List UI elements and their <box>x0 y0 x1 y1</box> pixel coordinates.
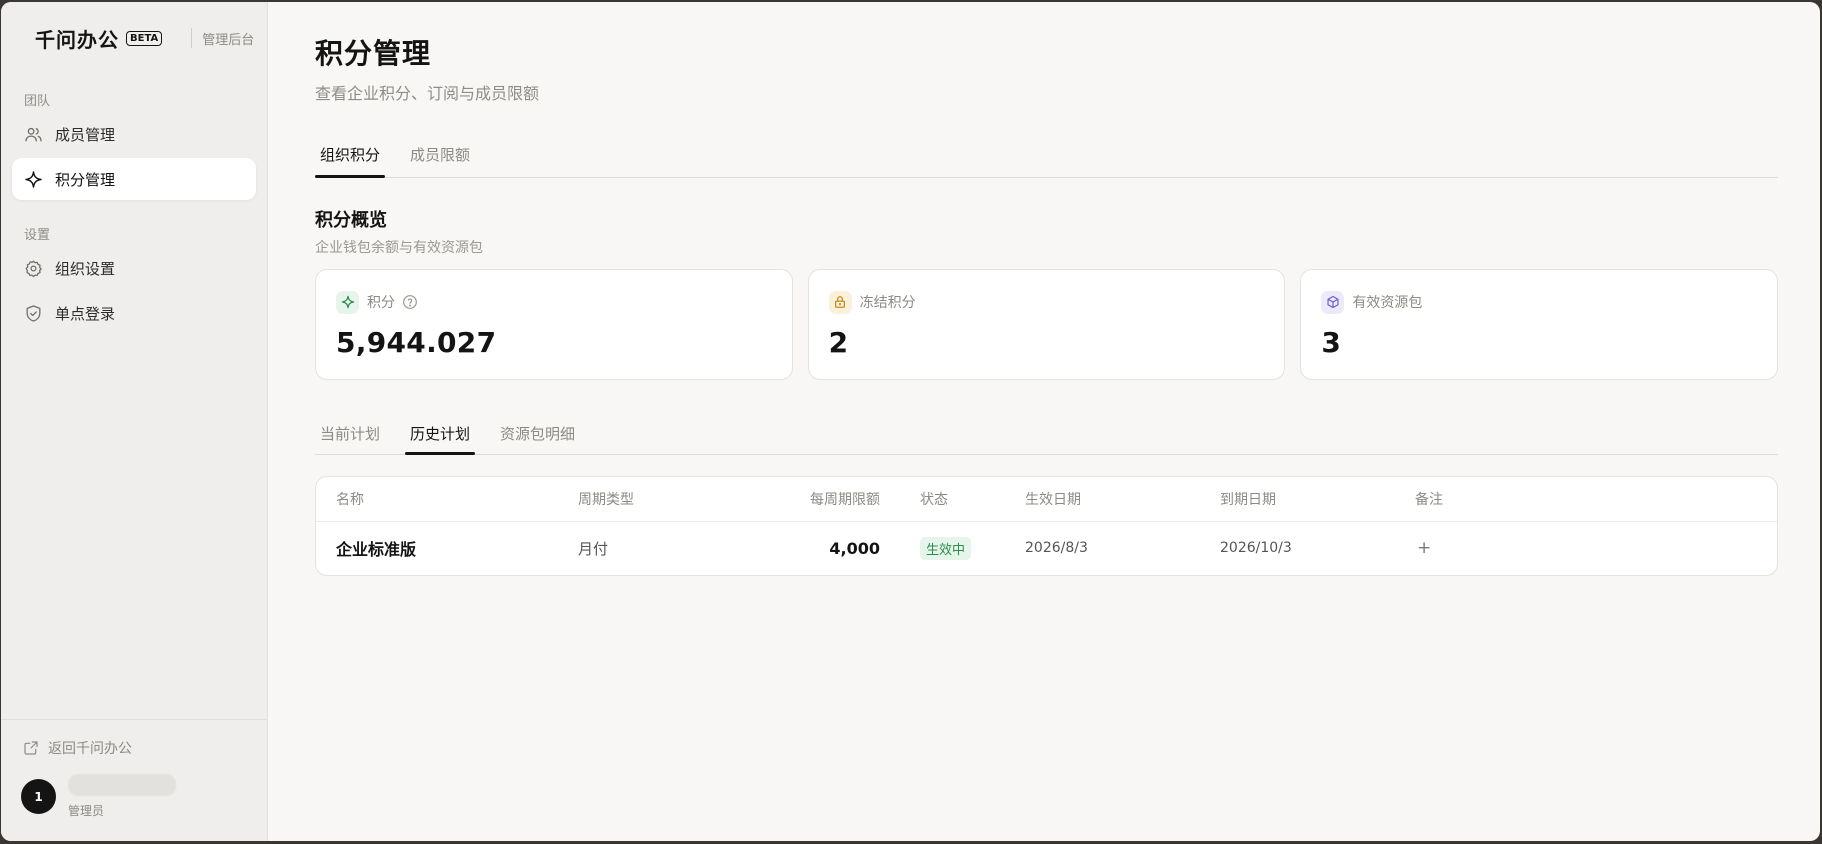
overview-cards: 积分 5,944.027 冻结积分 2 有效资源包 3 <box>315 269 1779 380</box>
cell-note: + <box>1415 521 1777 575</box>
sidebar-item-label: 单点登录 <box>55 304 116 323</box>
frozen-credits-value: 2 <box>828 326 849 359</box>
brand-divider <box>191 28 193 48</box>
cell-status: 生效中 <box>880 521 1025 575</box>
table-header-row: 名称 周期类型 每周期限额 状态 生效日期 到期日期 备注 <box>316 477 1777 522</box>
status-badge: 生效中 <box>920 536 972 560</box>
sidebar-footer: 返回千问办公 1 管理员 <box>1 719 267 841</box>
main-content: 积分管理 查看企业积分、订阅与成员限额 组织积分 成员限额 积分概览 企业钱包余… <box>268 2 1820 841</box>
col-header-start-date: 生效日期 <box>1025 477 1220 522</box>
tab-org-credits[interactable]: 组织积分 <box>315 134 386 178</box>
app-window: 千问办公 BETA 管理后台 团队 成员管理 积分管理 设置 组织设置 单点登录… <box>1 2 1820 841</box>
sidebar-item-credits[interactable]: 积分管理 <box>12 158 256 200</box>
user-name-redacted <box>68 774 176 796</box>
cell-end-date: 2026/10/3 <box>1220 540 1292 557</box>
sidebar-item-label: 组织设置 <box>55 259 116 278</box>
top-tabs: 组织积分 成员限额 <box>315 134 1778 178</box>
page-title: 积分管理 <box>315 37 432 70</box>
box-icon <box>1321 290 1345 314</box>
shield-icon <box>26 304 41 322</box>
beta-badge: BETA <box>126 30 163 46</box>
tab-member-limits[interactable]: 成员限额 <box>405 134 475 177</box>
sparkle-icon <box>25 170 42 188</box>
tab-history-plan[interactable]: 历史计划 <box>405 413 476 455</box>
sidebar: 千问办公 BETA 管理后台 团队 成员管理 积分管理 设置 组织设置 单点登录… <box>1 2 268 841</box>
cell-start-date: 2026/8/3 <box>1025 540 1088 557</box>
card-label: 积分 <box>367 295 395 311</box>
credits-card: 积分 5,944.027 <box>315 269 793 380</box>
history-plan-table: 名称 周期类型 每周期限额 状态 生效日期 到期日期 备注 企业标准版 月付 4… <box>315 476 1778 576</box>
user-profile[interactable]: 1 管理员 <box>1 774 267 819</box>
brand-header: 千问办公 BETA 管理后台 <box>1 22 267 54</box>
tab-current-plan[interactable]: 当前计划 <box>315 413 385 454</box>
brand-logo[interactable]: 千问办公 <box>35 24 119 53</box>
external-link-icon <box>24 741 38 755</box>
cell-cycle: 月付 <box>578 539 609 558</box>
credits-value: 5,944.027 <box>336 326 497 359</box>
sidebar-item-label: 积分管理 <box>55 170 116 189</box>
user-role: 管理员 <box>68 804 105 818</box>
card-label: 冻结积分 <box>859 295 916 311</box>
cell-name: 企业标准版 <box>336 540 417 560</box>
back-to-app-link[interactable]: 返回千问办公 <box>1 738 267 758</box>
col-header-end-date: 到期日期 <box>1220 477 1415 522</box>
col-header-cycle: 周期类型 <box>578 477 768 522</box>
admin-label: 管理后台 <box>202 32 255 48</box>
resource-packs-card: 有效资源包 3 <box>1300 269 1779 380</box>
sidebar-item-org-settings[interactable]: 组织设置 <box>12 247 256 289</box>
col-header-name: 名称 <box>316 477 578 522</box>
col-header-status: 状态 <box>880 477 1025 522</box>
sparkle-icon <box>336 290 359 314</box>
col-header-limit: 每周期限额 <box>768 477 880 522</box>
group-label-settings: 设置 <box>24 228 51 243</box>
overview-desc: 企业钱包余额与有效资源包 <box>315 240 483 256</box>
gear-icon <box>25 260 42 277</box>
cell-limit: 4,000 <box>829 538 880 558</box>
help-icon[interactable] <box>402 294 418 310</box>
plan-tabs: 当前计划 历史计划 资源包明细 <box>315 413 1778 455</box>
sidebar-item-sso[interactable]: 单点登录 <box>12 292 256 334</box>
sidebar-item-label: 成员管理 <box>55 125 116 144</box>
add-note-button[interactable]: + <box>1415 538 1431 558</box>
tab-resource-pack-details[interactable]: 资源包明细 <box>495 413 580 454</box>
frozen-credits-card: 冻结积分 2 <box>807 269 1286 380</box>
avatar: 1 <box>21 779 56 814</box>
resource-packs-value: 3 <box>1321 326 1342 359</box>
back-link-label: 返回千问办公 <box>48 741 132 757</box>
lock-icon <box>828 290 852 314</box>
page-subtitle: 查看企业积分、订阅与成员限额 <box>315 84 540 103</box>
overview-title: 积分概览 <box>315 210 387 231</box>
card-label: 有效资源包 <box>1352 295 1423 311</box>
sidebar-item-members[interactable]: 成员管理 <box>12 113 256 155</box>
col-header-note: 备注 <box>1415 477 1777 522</box>
table-row: 企业标准版 月付 4,000 生效中 2026/8/3 2026/10/3 + <box>316 521 1777 575</box>
group-label-team: 团队 <box>24 94 51 109</box>
users-icon <box>25 127 42 141</box>
